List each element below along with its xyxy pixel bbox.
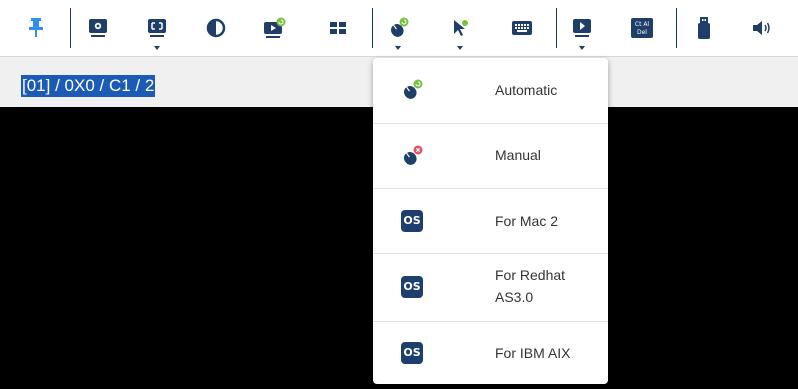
video-auto-button[interactable] — [255, 0, 295, 56]
os-icon: OS — [401, 210, 423, 232]
volume-icon — [753, 21, 770, 35]
mouse-automatic-icon — [404, 79, 423, 99]
toolbar: Ct Al Del — [0, 0, 798, 57]
settings-button[interactable] — [78, 0, 118, 56]
contrast-icon — [206, 18, 226, 38]
fullscreen-icon — [148, 19, 166, 37]
chevron-down-icon — [579, 46, 585, 50]
menu-item-label: Manual — [495, 147, 541, 163]
play-icon — [573, 19, 591, 37]
menu-item-manual[interactable]: Manual — [373, 124, 608, 189]
chevron-down-icon — [154, 46, 160, 50]
menu-item-redhat[interactable]: OS For Redhat AS3.0 — [373, 254, 608, 322]
toolbar-separator — [556, 8, 557, 48]
cursor-button[interactable] — [440, 0, 480, 56]
menu-item-label: For IBM AIX — [495, 345, 571, 361]
layout-grid-icon — [330, 22, 346, 34]
channel-path[interactable]: [01] / 0X0 / C1 / 2 — [21, 75, 156, 97]
toolbar-separator — [372, 8, 373, 48]
pin-button[interactable] — [16, 0, 56, 56]
contrast-button[interactable] — [196, 0, 236, 56]
mouse-sync-button[interactable] — [378, 0, 418, 56]
menu-item-mac2[interactable]: OS For Mac 2 — [373, 189, 608, 254]
menu-item-automatic[interactable]: Automatic — [373, 58, 608, 124]
os-icon: OS — [401, 342, 423, 364]
keyboard-icon — [512, 21, 532, 35]
mouse-mode-menu: Automatic Manual OS For Mac 2 OS For Red… — [373, 58, 608, 384]
volume-button[interactable] — [742, 0, 782, 56]
ctrl-alt-del-button[interactable]: Ct Al Del — [622, 0, 662, 56]
chevron-down-icon — [395, 46, 401, 50]
mouse-sync-icon — [391, 17, 409, 37]
chevron-down-icon — [457, 46, 463, 50]
pin-icon — [29, 18, 43, 37]
menu-item-ibm-aix[interactable]: OS For IBM AIX — [373, 322, 608, 384]
menu-item-label: For Mac 2 — [495, 213, 559, 229]
usb-button[interactable] — [684, 0, 724, 56]
cursor-icon — [454, 20, 468, 36]
usb-icon — [698, 17, 710, 39]
fullscreen-button[interactable] — [137, 0, 177, 56]
mouse-manual-icon — [404, 145, 423, 165]
toolbar-separator — [676, 8, 677, 48]
menu-item-label: For Redhat AS3.0 — [495, 267, 566, 305]
keyboard-button[interactable] — [502, 0, 542, 56]
menu-item-label: Automatic — [495, 82, 558, 98]
ctrl-alt-del-icon: Ct Al Del — [631, 18, 653, 38]
toolbar-separator — [70, 8, 71, 48]
layout-button[interactable] — [318, 0, 358, 56]
ctrl-alt-label: Ct Al — [635, 21, 650, 28]
settings-icon — [89, 19, 107, 37]
play-button[interactable] — [562, 0, 602, 56]
video-auto-icon — [264, 17, 286, 38]
del-label: Del — [637, 29, 647, 36]
os-icon: OS — [401, 276, 423, 298]
